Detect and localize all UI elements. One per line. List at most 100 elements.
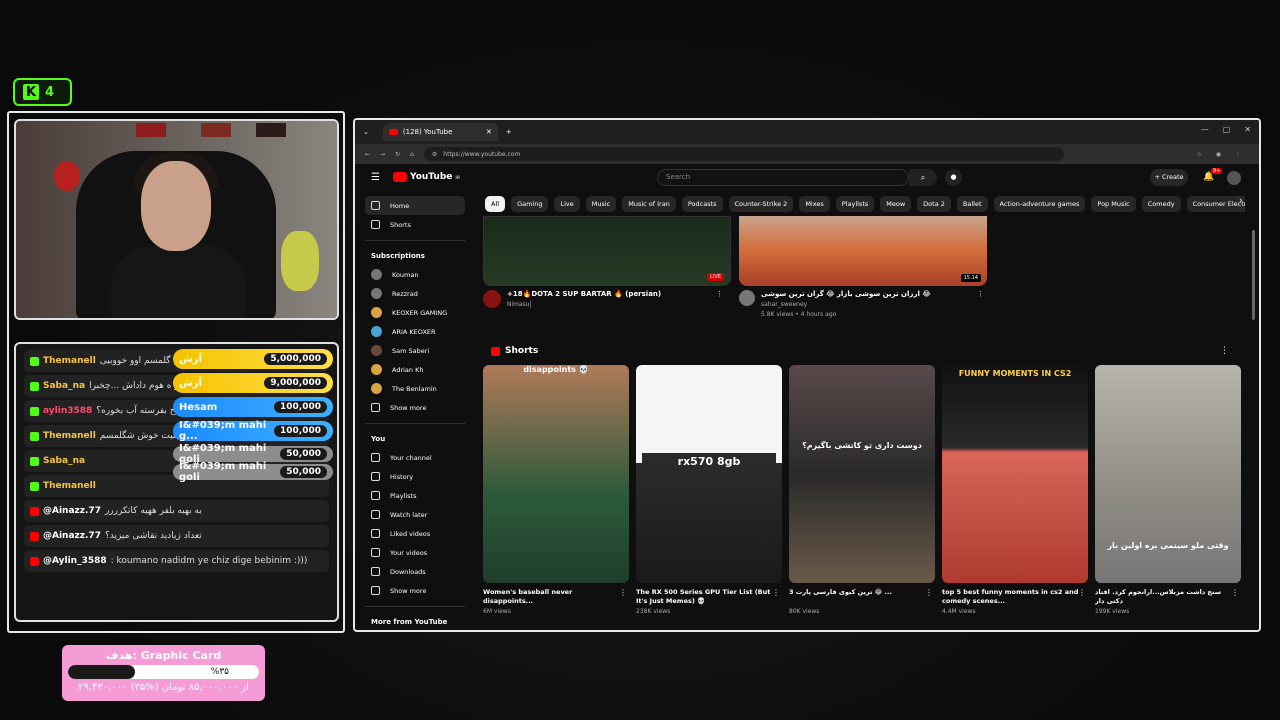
close-tab-icon[interactable]: ✕	[486, 128, 492, 136]
chip-comedy[interactable]: Comedy	[1142, 196, 1181, 212]
chip-gaming[interactable]: Gaming	[511, 196, 548, 212]
subscriptions-header[interactable]: Subscriptions	[365, 247, 465, 265]
home-icon[interactable]: ⌂	[410, 151, 414, 158]
sidebar-item-the-benlamin[interactable]: The Benlamin	[365, 379, 465, 398]
tab-list-icon[interactable]: ⌄	[363, 128, 369, 136]
sidebar-label: The Benlamin	[392, 385, 437, 393]
sidebar-item-home[interactable]: Home	[365, 196, 465, 215]
more-options-icon[interactable]: ⋮	[925, 588, 933, 597]
chip-music[interactable]: Music	[586, 196, 617, 212]
more-options-icon[interactable]: ⋮	[1078, 588, 1086, 597]
close-window-icon[interactable]: ✕	[1244, 125, 1251, 134]
video-title[interactable]: ارزان ترین سوشی بازار 😂 گران ترین سوشی 😂	[761, 290, 931, 298]
video-thumbnail-sushi[interactable]: 15:14	[739, 216, 987, 286]
more-from-youtube-header[interactable]: More from YouTube	[365, 613, 465, 631]
scrollbar[interactable]	[1252, 230, 1255, 320]
youtube-icon	[30, 557, 39, 566]
chip-podcasts[interactable]: Podcasts	[682, 196, 723, 212]
voice-search-button[interactable]: ●	[945, 169, 962, 186]
your-videos-icon	[371, 548, 380, 557]
channel-name[interactable]: Nimasuj	[507, 301, 661, 308]
sidebar-item-keoxer-gaming[interactable]: KEOXER GAMING	[365, 303, 465, 322]
video-card-dota[interactable]: +18🔥DOTA 2 SUP BARTAR 🔥 (persian) Nimasu…	[483, 290, 723, 308]
site-info-icon[interactable]: ⚙	[432, 151, 437, 158]
you-header[interactable]: You	[365, 430, 465, 448]
chat-username: Themanell	[43, 356, 96, 366]
more-options-icon[interactable]: ⋮	[716, 290, 723, 308]
avatar[interactable]	[1227, 171, 1241, 185]
channel-avatar[interactable]	[739, 290, 755, 306]
sidebar-item-adrian-kh[interactable]: Adrian Kh	[365, 360, 465, 379]
create-button[interactable]: + Create	[1150, 169, 1188, 186]
tab-youtube[interactable]: (128) YouTube ✕	[383, 123, 498, 141]
sidebar-item-kouman[interactable]: Kouman	[365, 265, 465, 284]
chip-ballet[interactable]: Ballet	[957, 196, 988, 212]
chat-username: Saba_na	[43, 381, 85, 391]
sidebar-item-aria-keoxer[interactable]: ARIA KEOXER	[365, 322, 465, 341]
chip-counter-strike-2[interactable]: Counter-Strike 2	[729, 196, 794, 212]
short-title[interactable]: سنج داشت مزبلاس...ارانجوم کرد. افتاد دکت…	[1095, 588, 1235, 606]
channel-name[interactable]: sahar_sweeney	[761, 301, 931, 308]
sidebar-item-downloads[interactable]: Downloads	[365, 562, 465, 581]
reload-icon[interactable]: ↻	[395, 151, 400, 158]
sidebar-label: KEOXER GAMING	[392, 309, 447, 317]
video-card-sushi[interactable]: ارزان ترین سوشی بازار 😂 گران ترین سوشی 😂…	[739, 290, 984, 318]
forward-icon[interactable]: →	[380, 151, 385, 158]
youtube-icon	[30, 532, 39, 541]
more-options-icon[interactable]: ⋮	[772, 588, 780, 597]
short-thumbnail[interactable]: وقتی ملو سینمی بره اولین بار	[1095, 365, 1241, 583]
sidebar-item-watch-later[interactable]: Watch later	[365, 505, 465, 524]
sidebar-item-sam-saberi[interactable]: Sam Saberi	[365, 341, 465, 360]
sidebar-item-playlists[interactable]: Playlists	[365, 486, 465, 505]
sidebar-item-show-more[interactable]: Show more	[365, 398, 465, 417]
url-field[interactable]: ⚙ https://www.youtube.com	[424, 147, 1064, 161]
shorts-more-icon[interactable]: ⋮	[1220, 346, 1229, 356]
chip-mixes[interactable]: Mixes	[799, 196, 829, 212]
short-title[interactable]: ترین کیوی فارسی پارت 3 😂 ...	[789, 588, 929, 597]
search-button[interactable]: ⌕	[909, 169, 937, 186]
short-title[interactable]: Women's baseball never disappoints...	[483, 588, 623, 606]
chip-music-of-iran[interactable]: Music of Iran	[622, 196, 676, 212]
chip-meow[interactable]: Meow	[880, 196, 911, 212]
short-thumbnail[interactable]: disappoints 💀	[483, 365, 629, 583]
menu-icon[interactable]: ☰	[371, 172, 380, 183]
new-tab-icon[interactable]: +	[506, 128, 512, 136]
sidebar-item-liked-videos[interactable]: Liked videos	[365, 524, 465, 543]
search-input[interactable]: Search	[657, 169, 909, 186]
back-icon[interactable]: ←	[365, 151, 370, 158]
short-title[interactable]: top 5 best funny moments in cs2 and come…	[942, 588, 1082, 606]
extensions-icon[interactable]: ☆ ◉ ⋮	[1197, 151, 1247, 158]
minimize-icon[interactable]: —	[1201, 125, 1209, 134]
chip-playlists[interactable]: Playlists	[836, 196, 875, 212]
url-text: https://www.youtube.com	[443, 151, 520, 158]
video-title[interactable]: +18🔥DOTA 2 SUP BARTAR 🔥 (persian)	[507, 290, 661, 298]
chip-pop-music[interactable]: Pop Music	[1091, 196, 1135, 212]
chip-dota-2[interactable]: Dota 2	[917, 196, 951, 212]
video-thumbnail-dota[interactable]: LIVE	[483, 216, 731, 286]
short-thumbnail[interactable]: FUNNY MOMENTS IN CS2	[942, 365, 1088, 583]
short-thumbnail[interactable]: rx570 8gb	[636, 365, 782, 583]
more-options-icon[interactable]: ⋮	[619, 588, 627, 597]
chip-all[interactable]: All	[485, 196, 505, 212]
short-title[interactable]: The RX 500 Series GPU Tier List (But It'…	[636, 588, 776, 606]
aria-keoxer-icon	[371, 326, 382, 337]
sidebar-item-your-channel[interactable]: Your channel	[365, 448, 465, 467]
sidebar-item-your-videos[interactable]: Your videos	[365, 543, 465, 562]
chip-action-adventure-games[interactable]: Action-adventure games	[994, 196, 1086, 212]
sidebar-item-shorts[interactable]: Shorts	[365, 215, 465, 234]
short-thumbnail[interactable]: دوست داری تو کاتشی باگیرم؟	[789, 365, 935, 583]
channel-avatar[interactable]	[483, 290, 501, 308]
more-options-icon[interactable]: ⋮	[1231, 588, 1239, 597]
tab-bar: ⌄ (128) YouTube ✕ + — ▢ ✕	[355, 120, 1259, 144]
maximize-icon[interactable]: ▢	[1223, 125, 1231, 134]
video-meta: 5.8K views • 4 hours ago	[761, 311, 931, 318]
sidebar-item-rezzrad[interactable]: Rezzrad	[365, 284, 465, 303]
chip-consumer-electronics[interactable]: Consumer Electronics	[1187, 196, 1245, 212]
donor-name: آرش	[179, 354, 202, 365]
sidebar-item-history[interactable]: History	[365, 467, 465, 486]
sidebar-item-show-more-you[interactable]: Show more	[365, 581, 465, 600]
chip-live[interactable]: Live	[554, 196, 579, 212]
chips-next-icon[interactable]: ›	[1239, 196, 1243, 206]
youtube-logo[interactable]: YouTube IR	[393, 172, 460, 182]
more-options-icon[interactable]: ⋮	[977, 290, 984, 318]
